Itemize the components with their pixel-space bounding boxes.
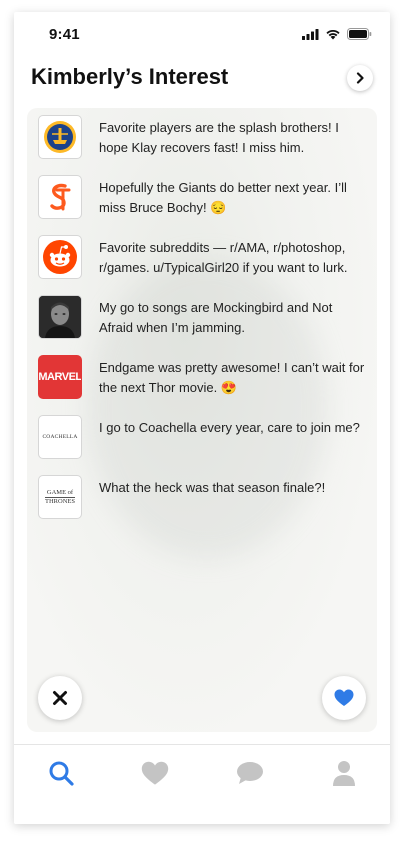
profile-card[interactable]: Favorite players are the splash brothers… xyxy=(27,108,377,732)
eminem-photo xyxy=(38,295,82,339)
interest-text: Favorite subreddits — r/AMA, r/photoshop… xyxy=(99,240,348,275)
coachella-logo: COACHELLA xyxy=(38,415,82,459)
chevron-right-icon xyxy=(356,72,364,84)
list-item: Hopefully the Giants do better next year… xyxy=(38,175,369,235)
battery-icon xyxy=(347,28,372,40)
status-icons xyxy=(302,28,372,40)
interest-text: Endgame was pretty awesome! I can’t wait… xyxy=(99,360,365,395)
list-item: Favorite subreddits — r/AMA, r/photoshop… xyxy=(38,235,369,295)
tab-bar xyxy=(14,744,390,824)
phone-frame: 9:41 Kimberly’s Interest Favorite player… xyxy=(14,12,390,824)
giants-logo xyxy=(38,175,82,219)
interest-text: What the heck was that season finale?! xyxy=(99,480,326,495)
list-item: Favorite players are the splash brothers… xyxy=(38,115,369,175)
marvel-logo: MARVEL xyxy=(38,355,82,399)
list-item: COACHELLA I go to Coachella every year, … xyxy=(38,415,369,475)
got-logo-line1: GAME of xyxy=(46,488,74,496)
interest-list: Favorite players are the splash brothers… xyxy=(38,115,369,535)
tab-search[interactable] xyxy=(41,755,81,791)
got-logo-line2: THRONES xyxy=(45,496,75,505)
page-title: Kimberly’s Interest xyxy=(31,64,229,89)
status-time: 9:41 xyxy=(49,26,80,43)
close-icon xyxy=(53,691,67,705)
signal-icon xyxy=(302,28,319,40)
search-icon xyxy=(49,761,74,786)
wifi-icon xyxy=(326,29,340,39)
marvel-logo-text: MARVEL xyxy=(38,371,82,383)
next-button[interactable] xyxy=(347,65,373,91)
list-item: GAME of THRONES What the heck was that s… xyxy=(38,475,369,535)
list-item: MARVEL Endgame was pretty awesome! I can… xyxy=(38,355,369,415)
profile-icon xyxy=(333,761,355,786)
interest-text: I go to Coachella every year, care to jo… xyxy=(99,420,360,435)
heart-icon xyxy=(334,689,354,706)
tab-messages[interactable] xyxy=(230,755,270,791)
chat-icon xyxy=(237,762,263,784)
reddit-logo xyxy=(38,235,82,279)
warriors-logo xyxy=(38,115,82,159)
like-button[interactable] xyxy=(322,676,366,720)
interest-text: My go to songs are Mockingbird and Not A… xyxy=(99,300,333,335)
interest-text: Favorite players are the splash brothers… xyxy=(99,120,339,155)
list-item: My go to songs are Mockingbird and Not A… xyxy=(38,295,369,355)
interest-text: Hopefully the Giants do better next year… xyxy=(99,180,347,215)
coachella-logo-text: COACHELLA xyxy=(42,434,78,440)
header: Kimberly’s Interest xyxy=(31,62,373,94)
got-logo: GAME of THRONES xyxy=(38,475,82,519)
heart-icon xyxy=(141,761,169,785)
status-bar: 9:41 xyxy=(14,12,390,56)
dismiss-button[interactable] xyxy=(38,676,82,720)
tab-profile[interactable] xyxy=(324,755,364,791)
tab-likes[interactable] xyxy=(135,755,175,791)
